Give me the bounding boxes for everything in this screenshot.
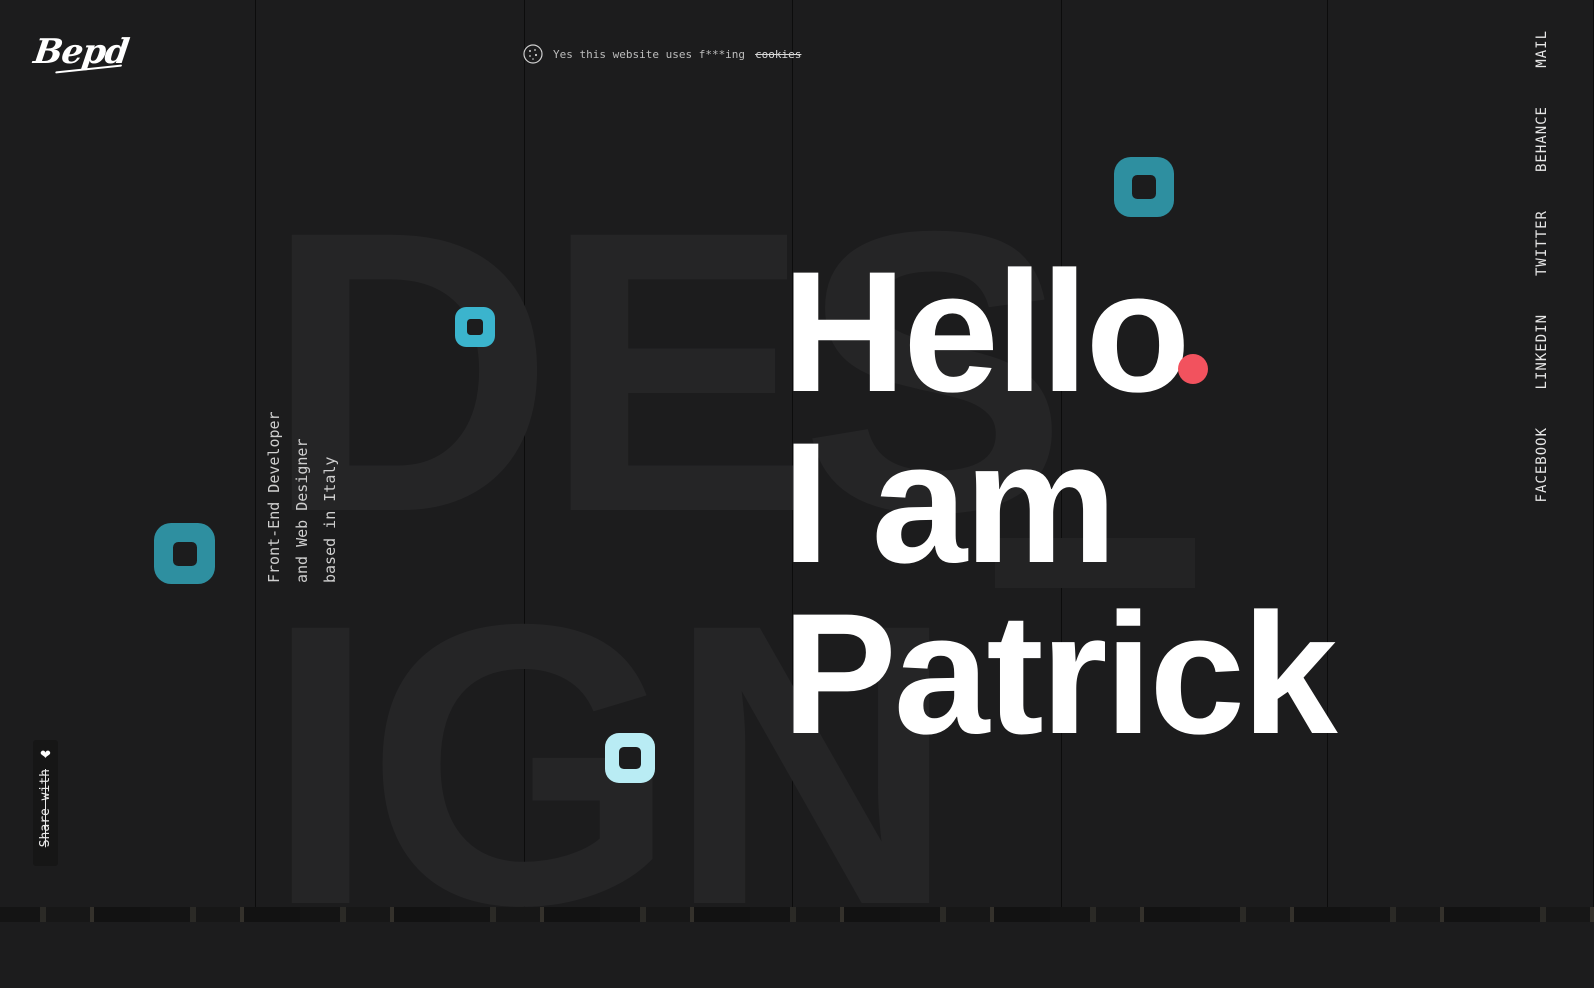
hero-line-hello: Hello [782,236,1191,428]
heart-icon: ❤ [40,747,51,762]
teal-square-shape-left [154,523,215,584]
share-button[interactable]: ❤ Share with [33,740,58,866]
cookies-link[interactable]: cookies [755,48,801,61]
hero-red-dot [1178,354,1208,384]
social-nav: MAIL BEHANCE TWITTER LINKEDIN FACEBOOK [1534,30,1550,503]
bottom-image-strip [0,907,1594,922]
hero-heading: Hello I am Patrick [782,236,1338,770]
light-teal-square-shape [605,733,655,783]
social-link-facebook[interactable]: FACEBOOK [1534,427,1550,502]
hero-line-name: Patrick [782,578,1338,770]
teal-square-shape-small [455,307,495,347]
site-logo[interactable]: Bepd [31,32,131,72]
tagline: Front-End Developer and Web Designer bas… [265,411,339,583]
social-link-behance[interactable]: BEHANCE [1534,106,1550,172]
social-link-twitter[interactable]: TWITTER [1534,210,1550,276]
grid-line-1 [255,0,256,922]
cookie-notice: Yes this website uses f***ing cookies [523,44,801,64]
hero-line-i-am: I am [782,407,1117,599]
cookie-icon [523,44,543,64]
social-link-linkedin[interactable]: LINKEDIN [1534,314,1550,389]
social-link-mail[interactable]: MAIL [1534,30,1550,68]
cookie-notice-text: Yes this website uses f***ing [553,47,746,61]
teal-square-shape-top [1114,157,1174,217]
share-label: Share with [38,769,53,848]
